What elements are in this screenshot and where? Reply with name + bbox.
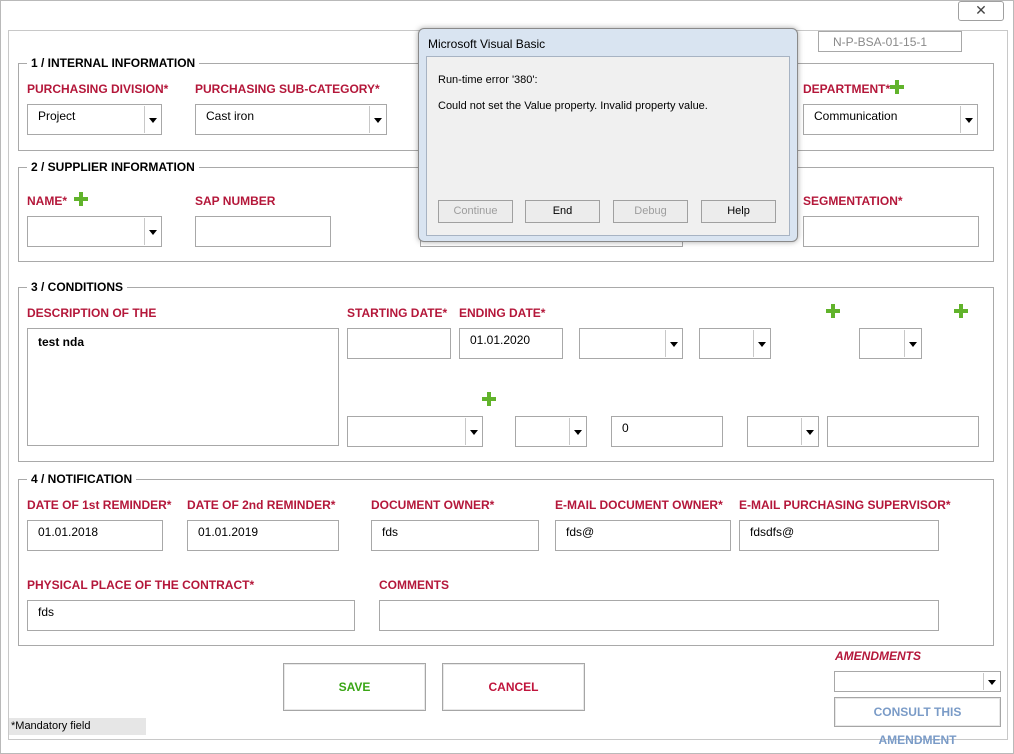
segmentation-label: SEGMENTATION* (803, 194, 903, 208)
save-button[interactable]: SAVE (283, 663, 426, 711)
department-label: DEPARTMENT* (803, 82, 891, 96)
dialog-title: Microsoft Visual Basic (428, 37, 546, 51)
physical-place-input[interactable]: fds (27, 600, 355, 631)
ending-date-input[interactable]: 01.01.2020 (459, 328, 563, 359)
document-owner-label: DOCUMENT OWNER* (371, 498, 495, 512)
continue-button[interactable]: Continue (438, 200, 513, 223)
purchasing-division-value: Project (38, 109, 76, 123)
second-reminder-label: DATE OF 2nd REMINDER* (187, 498, 336, 512)
close-icon: ✕ (975, 3, 987, 19)
reference-field: N-P-BSA-01-15-1 (818, 31, 962, 52)
first-reminder-label: DATE OF 1st REMINDER* (27, 498, 172, 512)
chevron-down-icon[interactable] (665, 330, 681, 357)
email-document-owner-input[interactable]: fds@ (555, 520, 731, 551)
starting-date-input[interactable] (347, 328, 451, 359)
purchasing-division-label: PURCHASING DIVISION* (27, 82, 169, 96)
email-document-owner-label: E-MAIL DOCUMENT OWNER* (555, 498, 723, 512)
chevron-down-icon[interactable] (465, 418, 481, 445)
supplier-name-select[interactable] (27, 216, 162, 247)
amendments-select[interactable] (834, 671, 1001, 692)
chevron-down-icon[interactable] (144, 218, 160, 245)
section-title: 4 / NOTIFICATION (27, 472, 137, 486)
dialog-error-line: Run-time error '380': (438, 74, 538, 86)
document-owner-input[interactable]: fds (371, 520, 539, 551)
segmentation-input[interactable] (803, 216, 979, 247)
chevron-down-icon[interactable] (904, 330, 920, 357)
condition-select-4[interactable] (347, 416, 483, 447)
description-label: DESCRIPTION OF THE (27, 306, 157, 320)
end-button[interactable]: End (525, 200, 600, 223)
comments-label: COMMENTS (379, 578, 449, 592)
email-purchasing-supervisor-label: E-MAIL PURCHASING SUPERVISOR* (739, 498, 951, 512)
sap-number-input[interactable] (195, 216, 331, 247)
debug-button[interactable]: Debug (613, 200, 688, 223)
chevron-down-icon[interactable] (569, 418, 585, 445)
comments-input[interactable] (379, 600, 939, 631)
chevron-down-icon[interactable] (144, 106, 160, 133)
chevron-down-icon[interactable] (983, 673, 999, 690)
first-reminder-input[interactable]: 01.01.2018 (27, 520, 163, 551)
second-reminder-input[interactable]: 01.01.2019 (187, 520, 339, 551)
section-title: 3 / CONDITIONS (27, 280, 128, 294)
description-textarea[interactable]: test nda (27, 328, 339, 446)
section-title: 2 / SUPPLIER INFORMATION (27, 160, 199, 174)
purchasing-division-select[interactable]: Project (27, 104, 162, 135)
dialog-message: Could not set the Value property. Invali… (438, 100, 708, 112)
cancel-button[interactable]: CANCEL (442, 663, 585, 711)
window-close-button[interactable]: ✕ (958, 1, 1004, 21)
amendments-label: AMENDMENTS (835, 649, 921, 663)
department-select[interactable]: Communication (803, 104, 978, 135)
department-value: Communication (814, 109, 898, 123)
condition-select-3[interactable] (859, 328, 922, 359)
chevron-down-icon[interactable] (369, 106, 385, 133)
condition-number-input[interactable]: 0 (611, 416, 723, 447)
condition-select-2[interactable] (699, 328, 771, 359)
add-condition-icon[interactable] (826, 304, 840, 318)
add-condition-icon[interactable] (954, 304, 968, 318)
add-department-icon[interactable] (890, 80, 904, 94)
purchasing-sub-category-value: Cast iron (206, 109, 255, 123)
purchasing-sub-category-label: PURCHASING SUB-CATEGORY* (195, 82, 380, 96)
condition-select-6[interactable] (747, 416, 819, 447)
section-title: 1 / INTERNAL INFORMATION (27, 56, 200, 70)
chevron-down-icon[interactable] (960, 106, 976, 133)
supplier-name-label: NAME* (27, 194, 68, 208)
starting-date-label: STARTING DATE* (347, 306, 448, 320)
purchasing-sub-category-select[interactable]: Cast iron (195, 104, 387, 135)
ending-date-label: ENDING DATE* (459, 306, 546, 320)
physical-place-label: PHYSICAL PLACE OF THE CONTRACT* (27, 578, 255, 592)
add-supplier-icon[interactable] (74, 192, 88, 206)
condition-text-input[interactable] (827, 416, 979, 447)
consult-amendment-button[interactable]: CONSULT THIS AMENDMENT (834, 697, 1001, 747)
help-button[interactable]: Help (701, 200, 776, 223)
dialog-body: Run-time error '380': Could not set the … (426, 56, 790, 236)
add-condition-icon[interactable] (482, 392, 496, 406)
chevron-down-icon[interactable] (801, 418, 817, 445)
email-purchasing-supervisor-input[interactable]: fdsdfs@ (739, 520, 939, 551)
condition-select-1[interactable] (579, 328, 683, 359)
sap-number-label: SAP NUMBER (195, 194, 276, 208)
vba-error-dialog: Microsoft Visual Basic Run-time error '3… (418, 28, 798, 242)
chevron-down-icon[interactable] (753, 330, 769, 357)
mandatory-field-note: *Mandatory field (9, 718, 146, 735)
condition-select-5[interactable] (515, 416, 587, 447)
